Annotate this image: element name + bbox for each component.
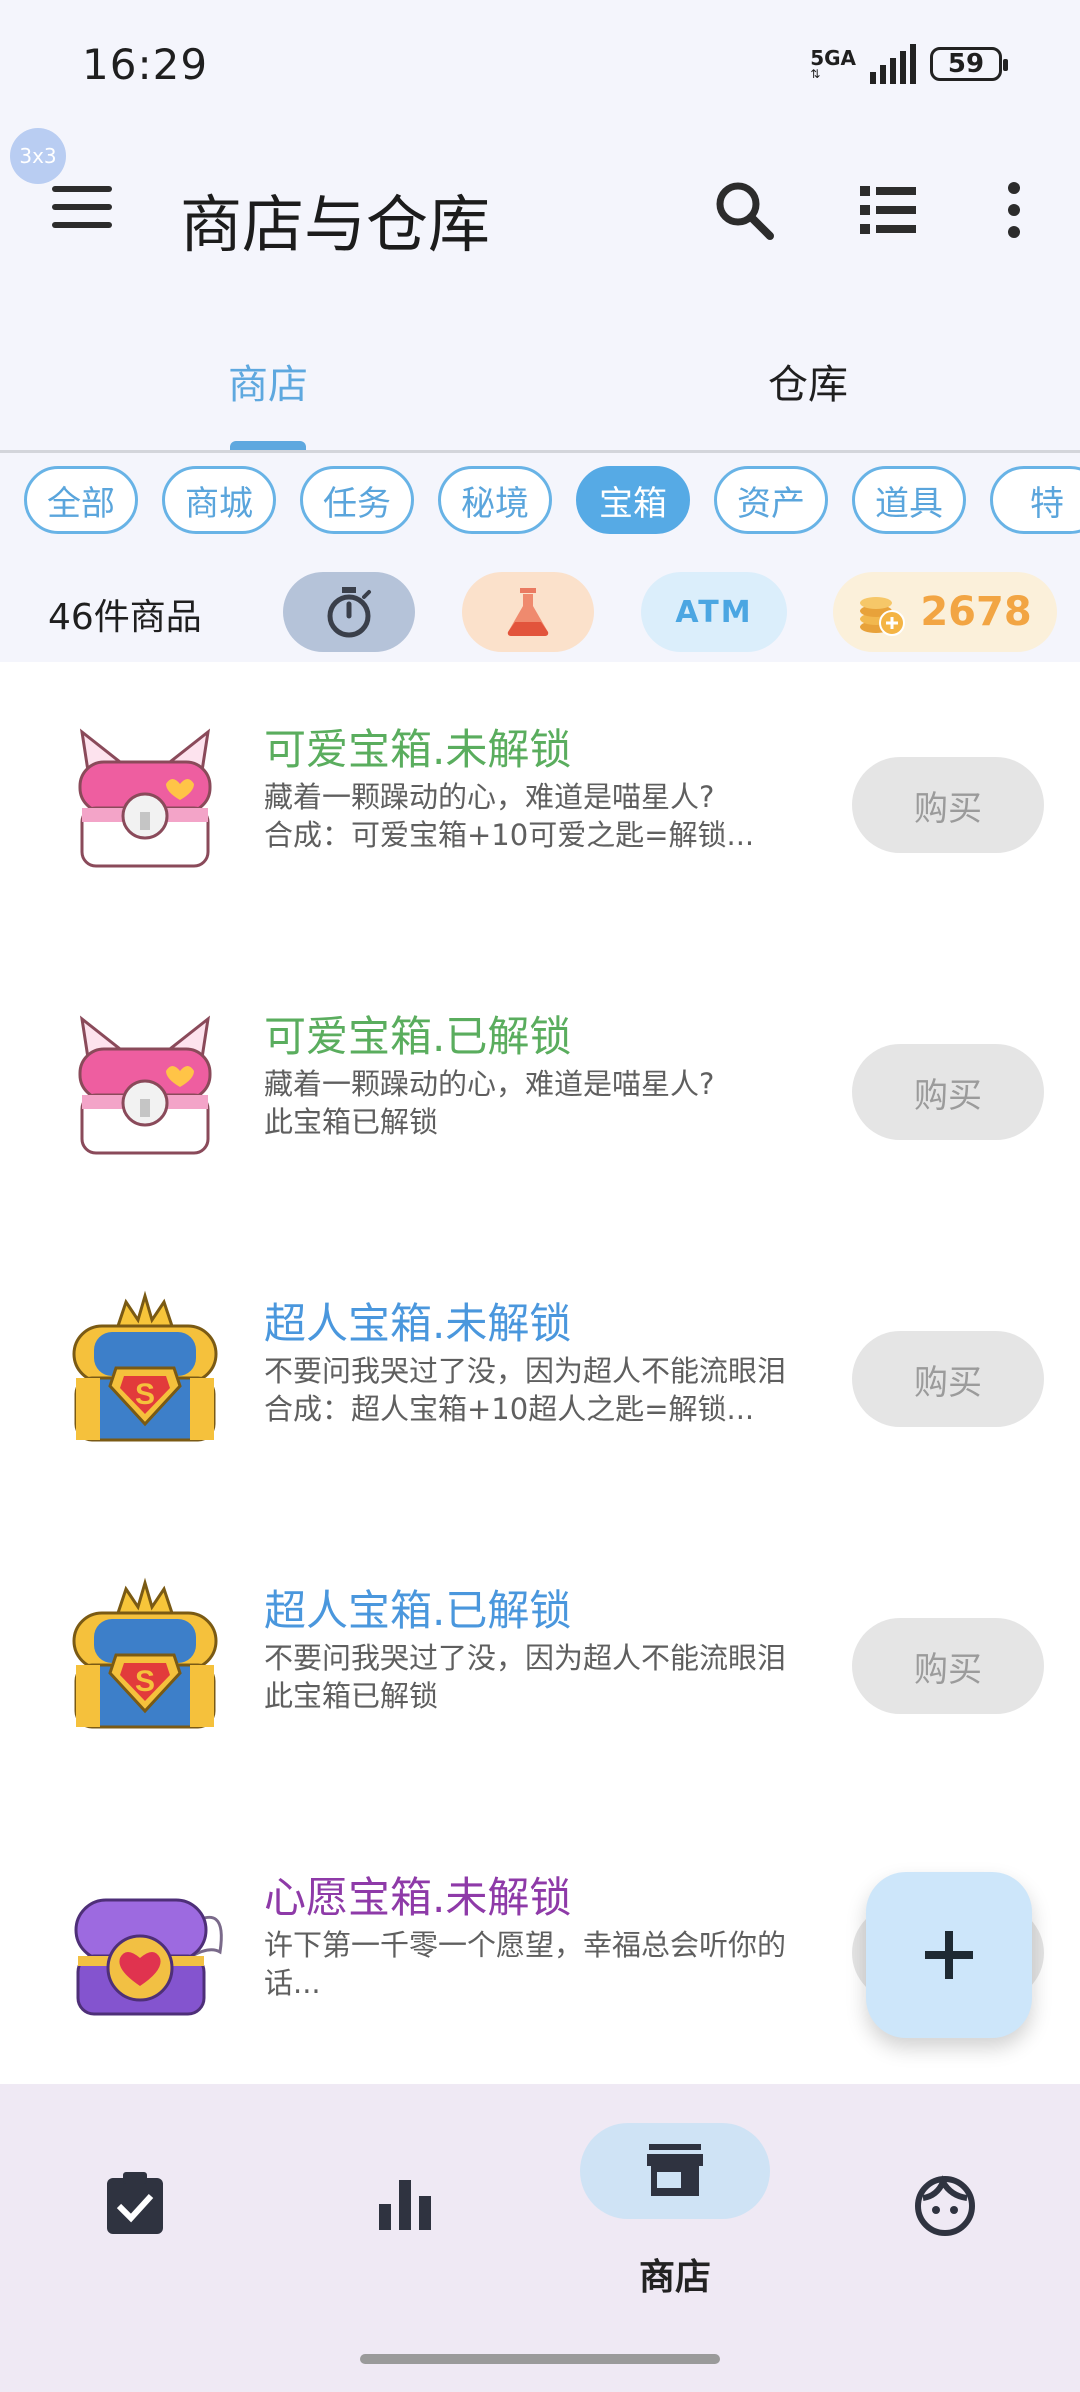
task-clipboard-icon <box>107 2172 163 2234</box>
plus-icon <box>925 1931 973 1979</box>
stats-bar-icon <box>379 2180 431 2230</box>
chip-task[interactable]: 任务 <box>300 466 414 534</box>
svg-text:S: S <box>135 1665 155 1698</box>
more-options-icon[interactable] <box>978 174 1050 246</box>
buy-button[interactable]: 购买 <box>852 1618 1044 1714</box>
profile-face-icon <box>915 2175 975 2236</box>
stopwatch-icon <box>327 587 371 638</box>
search-icon[interactable] <box>708 174 780 246</box>
list-view-icon[interactable] <box>852 174 924 246</box>
chip-mall[interactable]: 商城 <box>162 466 276 534</box>
summary-row: 46件商品 ATM 2678 <box>0 562 1080 662</box>
chip-items[interactable]: 道具 <box>852 466 966 534</box>
chip-secret-realm[interactable]: 秘境 <box>438 466 552 534</box>
battery-icon: 59 <box>930 47 1008 81</box>
product-list: 可爱宝箱.未解锁 藏着一颗躁动的心，难道是喵星人? 合成：可爱宝箱+10可爱之匙=… <box>0 662 1080 2084</box>
flask-icon <box>507 588 549 636</box>
page-title: 商店与仓库 <box>180 188 491 261</box>
superman-chest-icon: S <box>72 1290 218 1442</box>
battery-level: 59 <box>947 49 985 79</box>
nav-store[interactable]: 商店 <box>540 2084 810 2324</box>
list-item[interactable]: 可爱宝箱.未解锁 藏着一颗躁动的心，难道是喵星人? 合成：可爱宝箱+10可爱之匙=… <box>0 662 1080 949</box>
item-description: 许下第一千零一个愿望，幸福总会听你的 话... <box>264 1928 787 2000</box>
nav-stats[interactable] <box>270 2084 540 2324</box>
chip-assets[interactable]: 资产 <box>714 466 828 534</box>
item-title: 超人宝箱.未解锁 <box>264 1299 572 1348</box>
coins-value: 2678 <box>920 589 1032 635</box>
store-icon <box>647 2144 703 2196</box>
status-icons: 5GA ⇅ 59 <box>810 44 1008 84</box>
category-chips: 全部 商城 任务 秘境 宝箱 资产 道具特 <box>24 466 1080 546</box>
app-bar: 商店与仓库 <box>0 160 1080 261</box>
nav-profile[interactable] <box>810 2084 1080 2324</box>
cute-chest-icon <box>78 1015 212 1155</box>
svg-text:S: S <box>135 1378 155 1411</box>
item-description: 不要问我哭过了没，因为超人不能流眼泪 合成：超人宝箱+10超人之匙=解锁... <box>264 1354 787 1426</box>
status-time: 16:29 <box>82 40 209 89</box>
timer-pill[interactable] <box>283 572 415 652</box>
item-description: 藏着一颗躁动的心，难道是喵星人? 此宝箱已解锁 <box>264 1067 715 1139</box>
list-item[interactable]: S 超人宝箱.已解锁 不要问我哭过了没，因为超人不能流眼泪 此宝箱已解锁 购买 <box>0 1523 1080 1810</box>
tab-indicator <box>230 441 306 450</box>
status-bar: 16:29 5GA ⇅ 59 <box>0 0 1080 130</box>
atm-pill[interactable]: ATM <box>641 572 787 652</box>
menu-icon[interactable] <box>52 186 112 234</box>
buy-button[interactable]: 购买 <box>852 1044 1044 1140</box>
wish-chest-icon <box>74 1898 223 2016</box>
item-description: 不要问我哭过了没，因为超人不能流眼泪 此宝箱已解锁 <box>264 1641 787 1713</box>
home-indicator[interactable] <box>360 2354 720 2364</box>
tab-store[interactable]: 商店 <box>228 352 308 410</box>
superman-chest-icon: S <box>72 1577 218 1729</box>
nav-label: 商店 <box>638 2257 711 2298</box>
item-title: 心愿宝箱.未解锁 <box>264 1873 572 1922</box>
item-description: 藏着一颗躁动的心，难道是喵星人? 合成：可爱宝箱+10可爱之匙=解锁... <box>264 780 755 852</box>
list-item[interactable]: 可爱宝箱.已解锁 藏着一颗躁动的心，难道是喵星人? 此宝箱已解锁 购买 <box>0 949 1080 1236</box>
coins-pill[interactable]: 2678 <box>833 572 1057 652</box>
bottom-navigation: 商店 <box>0 2084 1080 2392</box>
coins-icon <box>860 597 906 636</box>
chip-all[interactable]: 全部 <box>24 466 138 534</box>
cute-chest-icon <box>78 728 212 868</box>
potion-pill[interactable] <box>462 572 594 652</box>
list-item[interactable]: S 超人宝箱.未解锁 不要问我哭过了没，因为超人不能流眼泪 合成：超人宝箱+10超… <box>0 1236 1080 1523</box>
item-count: 46件商品 <box>48 597 202 638</box>
buy-button[interactable]: 购买 <box>852 1331 1044 1427</box>
signal-icon <box>870 44 916 84</box>
atm-label: ATM <box>675 594 753 630</box>
nav-tasks[interactable] <box>0 2084 270 2324</box>
network-type: 5GA <box>810 46 856 70</box>
add-fab[interactable] <box>866 1872 1032 2038</box>
item-title: 可爱宝箱.未解锁 <box>264 725 572 774</box>
buy-button[interactable]: 购买 <box>852 757 1044 853</box>
tab-warehouse[interactable]: 仓库 <box>768 352 848 410</box>
tab-bar: 商店 仓库 <box>0 320 1080 453</box>
chip-treasure-chest[interactable]: 宝箱 <box>576 466 690 534</box>
item-title: 可爱宝箱.已解锁 <box>264 1012 572 1061</box>
chip-special[interactable]: 特 <box>990 466 1080 534</box>
item-title: 超人宝箱.已解锁 <box>264 1586 572 1635</box>
